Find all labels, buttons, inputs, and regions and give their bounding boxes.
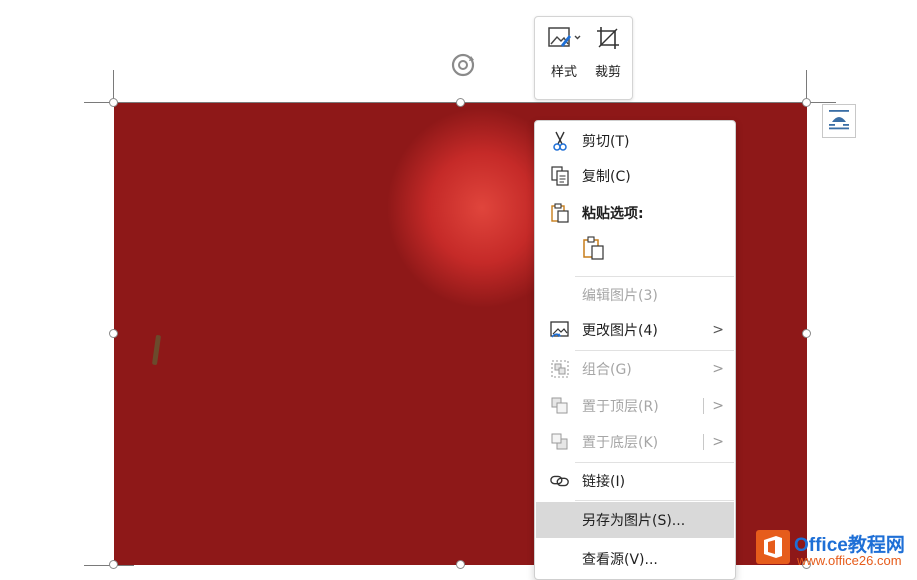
rotate-handle-icon[interactable] bbox=[448, 50, 475, 77]
paste-options-label: 粘贴选项: bbox=[582, 206, 644, 222]
chevron-right-icon: > bbox=[712, 361, 724, 377]
style-button[interactable]: 样式 bbox=[543, 25, 585, 80]
group-label: 组合(G) bbox=[582, 362, 632, 378]
copy-icon bbox=[550, 166, 570, 186]
resize-handle-top-left[interactable] bbox=[109, 98, 118, 107]
layout-options-button[interactable] bbox=[822, 104, 856, 138]
change-picture-icon bbox=[550, 320, 570, 340]
crop-icon bbox=[595, 25, 621, 55]
resize-handle-bottom-left[interactable] bbox=[109, 560, 118, 569]
style-label: 样式 bbox=[550, 65, 577, 80]
cut-label: 剪切(T) bbox=[582, 134, 630, 150]
split-divider bbox=[703, 434, 704, 450]
send-to-back-icon bbox=[550, 432, 570, 452]
bring-to-front-icon bbox=[550, 396, 570, 416]
resize-handle-top-center[interactable] bbox=[456, 98, 465, 107]
menu-item-save-as-picture[interactable]: 另存为图片(S)... bbox=[536, 502, 734, 538]
chevron-right-icon[interactable]: > bbox=[712, 434, 724, 450]
bring-to-front-label: 置于顶层(R) bbox=[582, 399, 659, 415]
group-icon bbox=[550, 359, 570, 379]
menu-item-view-source[interactable]: 查看源(V)... bbox=[536, 541, 734, 577]
menu-item-link[interactable]: 链接(I) bbox=[536, 463, 734, 499]
paste-icon bbox=[550, 203, 570, 223]
copy-label: 复制(C) bbox=[582, 169, 631, 185]
paste-picture-icon bbox=[583, 236, 605, 264]
office-logo-icon bbox=[756, 530, 790, 564]
crop-label: 裁剪 bbox=[594, 65, 621, 80]
picture-style-icon bbox=[547, 25, 581, 55]
apple-stem bbox=[151, 334, 162, 366]
view-source-label: 查看源(V)... bbox=[582, 552, 658, 568]
menu-item-change-picture[interactable]: 更改图片(4) > bbox=[536, 312, 734, 348]
change-picture-label: 更改图片(4) bbox=[582, 323, 658, 339]
menu-item-bring-to-front[interactable]: 置于顶层(R) > bbox=[536, 388, 734, 424]
resize-handle-middle-right[interactable] bbox=[802, 329, 811, 338]
menu-item-send-to-back[interactable]: 置于底层(K) > bbox=[536, 424, 734, 460]
context-menu: 剪切(T) 复制(C) 粘贴选项: 编辑图片(3) 更改图片(4) > 组合(G… bbox=[534, 120, 736, 580]
crop-button[interactable]: 裁剪 bbox=[587, 25, 629, 80]
resize-handle-bottom-center[interactable] bbox=[456, 560, 465, 569]
resize-handle-middle-left[interactable] bbox=[109, 329, 118, 338]
paste-keep-source-button[interactable] bbox=[579, 235, 609, 265]
edit-picture-label: 编辑图片(3) bbox=[582, 288, 658, 304]
menu-item-cut[interactable]: 剪切(T) bbox=[536, 123, 734, 159]
menu-item-copy[interactable]: 复制(C) bbox=[536, 158, 734, 194]
menu-separator bbox=[575, 500, 734, 501]
menu-item-edit-picture[interactable]: 编辑图片(3) bbox=[536, 277, 734, 313]
menu-item-group[interactable]: 组合(G) > bbox=[536, 351, 734, 387]
link-icon bbox=[550, 471, 570, 491]
menu-item-paste-options: 粘贴选项: bbox=[536, 195, 734, 231]
chevron-right-icon[interactable]: > bbox=[712, 398, 724, 414]
link-label: 链接(I) bbox=[582, 474, 626, 490]
chevron-right-icon: > bbox=[712, 322, 724, 338]
watermark-url: www.office26.com bbox=[797, 553, 902, 568]
save-as-picture-label: 另存为图片(S)... bbox=[582, 513, 686, 529]
picture-mini-toolbar: 样式 裁剪 bbox=[534, 16, 633, 100]
send-to-back-label: 置于底层(K) bbox=[582, 435, 659, 451]
layout-options-icon bbox=[827, 108, 851, 134]
resize-handle-top-right[interactable] bbox=[802, 98, 811, 107]
scissors-icon bbox=[550, 131, 570, 151]
split-divider bbox=[703, 398, 704, 414]
